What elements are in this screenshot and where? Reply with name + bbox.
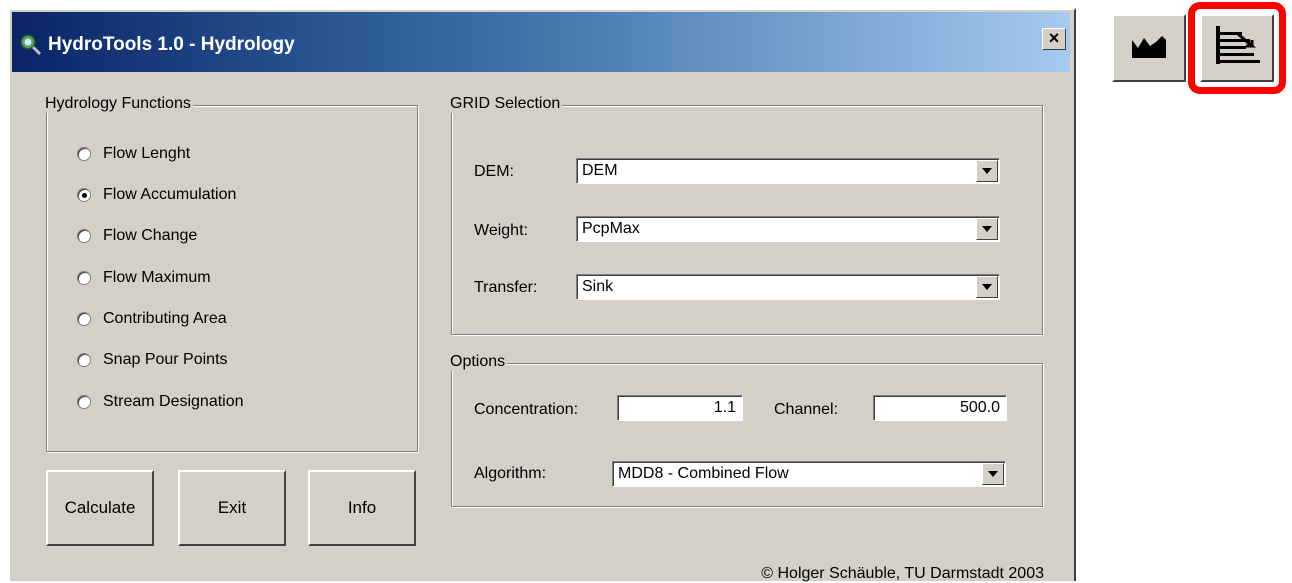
hydrology-functions-group: Hydrology Functions Flow Lenght Flow Acc… xyxy=(45,95,418,452)
radio-contributing-area[interactable]: Contributing Area xyxy=(77,309,227,329)
dropdown-arrow-icon[interactable] xyxy=(976,160,998,182)
radio-label: Flow Maximum xyxy=(103,269,211,286)
window-title: HydroTools 1.0 - Hydrology xyxy=(48,34,295,55)
radio-circle-icon xyxy=(77,312,91,326)
magnifier-globe-icon xyxy=(20,34,42,56)
concentration-label: Concentration: xyxy=(474,401,579,418)
radio-circle-icon xyxy=(77,271,91,285)
terrain-tool-button[interactable] xyxy=(1112,14,1186,82)
info-button[interactable]: Info xyxy=(308,470,416,546)
radio-stream-designation[interactable]: Stream Designation xyxy=(77,392,244,412)
radio-snap-pour-points[interactable]: Snap Pour Points xyxy=(77,350,228,370)
radio-flow-accumulation[interactable]: Flow Accumulation xyxy=(77,185,236,205)
algorithm-label: Algorithm: xyxy=(474,465,547,482)
hydrology-dialog: HydroTools 1.0 - Hydrology × Hydrology F… xyxy=(8,8,1076,582)
dropdown-arrow-icon[interactable] xyxy=(976,276,998,298)
concentration-input[interactable]: 1.1 xyxy=(617,395,743,421)
terrain-icon xyxy=(1132,36,1166,58)
transfer-label: Transfer: xyxy=(474,279,538,296)
channel-label: Channel: xyxy=(774,401,839,418)
radio-flow-change[interactable]: Flow Change xyxy=(77,226,197,246)
radio-label: Stream Designation xyxy=(103,393,244,410)
radio-circle-icon xyxy=(77,147,91,161)
group-label: Hydrology Functions xyxy=(45,95,193,113)
radio-checked-icon xyxy=(77,188,91,202)
radio-circle-icon xyxy=(77,353,91,367)
copyright-text: © Holger Schäuble, TU Darmstadt 2003 xyxy=(761,565,1044,582)
channel-input[interactable]: 500.0 xyxy=(873,395,1007,421)
algorithm-select[interactable]: MDD8 - Combined Flow xyxy=(612,461,1006,487)
algorithm-value: MDD8 - Combined Flow xyxy=(618,465,789,482)
grid-selection-group: GRID Selection DEM: DEM Weight: PcpMax T… xyxy=(450,95,1043,335)
radio-label: Flow Change xyxy=(103,227,198,244)
group-label: Options xyxy=(450,353,508,371)
dem-value: DEM xyxy=(582,162,618,179)
options-group: Options Concentration: 1.1 Channel: 500.… xyxy=(450,353,1043,507)
title-bar[interactable]: HydroTools 1.0 - Hydrology × xyxy=(12,12,1070,72)
weight-label: Weight: xyxy=(474,222,528,239)
dem-select[interactable]: DEM xyxy=(576,158,1000,184)
radio-label: Snap Pour Points xyxy=(103,351,228,368)
weight-value: PcpMax xyxy=(582,220,640,237)
dropdown-arrow-icon[interactable] xyxy=(976,218,998,240)
radio-label: Contributing Area xyxy=(103,310,227,327)
transfer-select[interactable]: Sink xyxy=(576,274,1000,300)
calculate-button[interactable]: Calculate xyxy=(46,470,154,546)
exit-button[interactable]: Exit xyxy=(178,470,286,546)
dropdown-arrow-icon[interactable] xyxy=(982,463,1004,485)
weight-select[interactable]: PcpMax xyxy=(576,216,1000,242)
radio-circle-icon xyxy=(77,395,91,409)
radio-circle-icon xyxy=(77,229,91,243)
radio-label: Flow Lenght xyxy=(103,145,191,162)
group-label: GRID Selection xyxy=(450,95,563,113)
radio-flow-length[interactable]: Flow Lenght xyxy=(77,144,190,164)
transfer-value: Sink xyxy=(582,278,614,295)
radio-flow-maximum[interactable]: Flow Maximum xyxy=(77,268,211,288)
close-button[interactable]: × xyxy=(1042,28,1066,50)
dem-label: DEM: xyxy=(474,163,514,180)
highlight-box xyxy=(1188,2,1286,94)
radio-label: Flow Accumulation xyxy=(103,186,237,203)
